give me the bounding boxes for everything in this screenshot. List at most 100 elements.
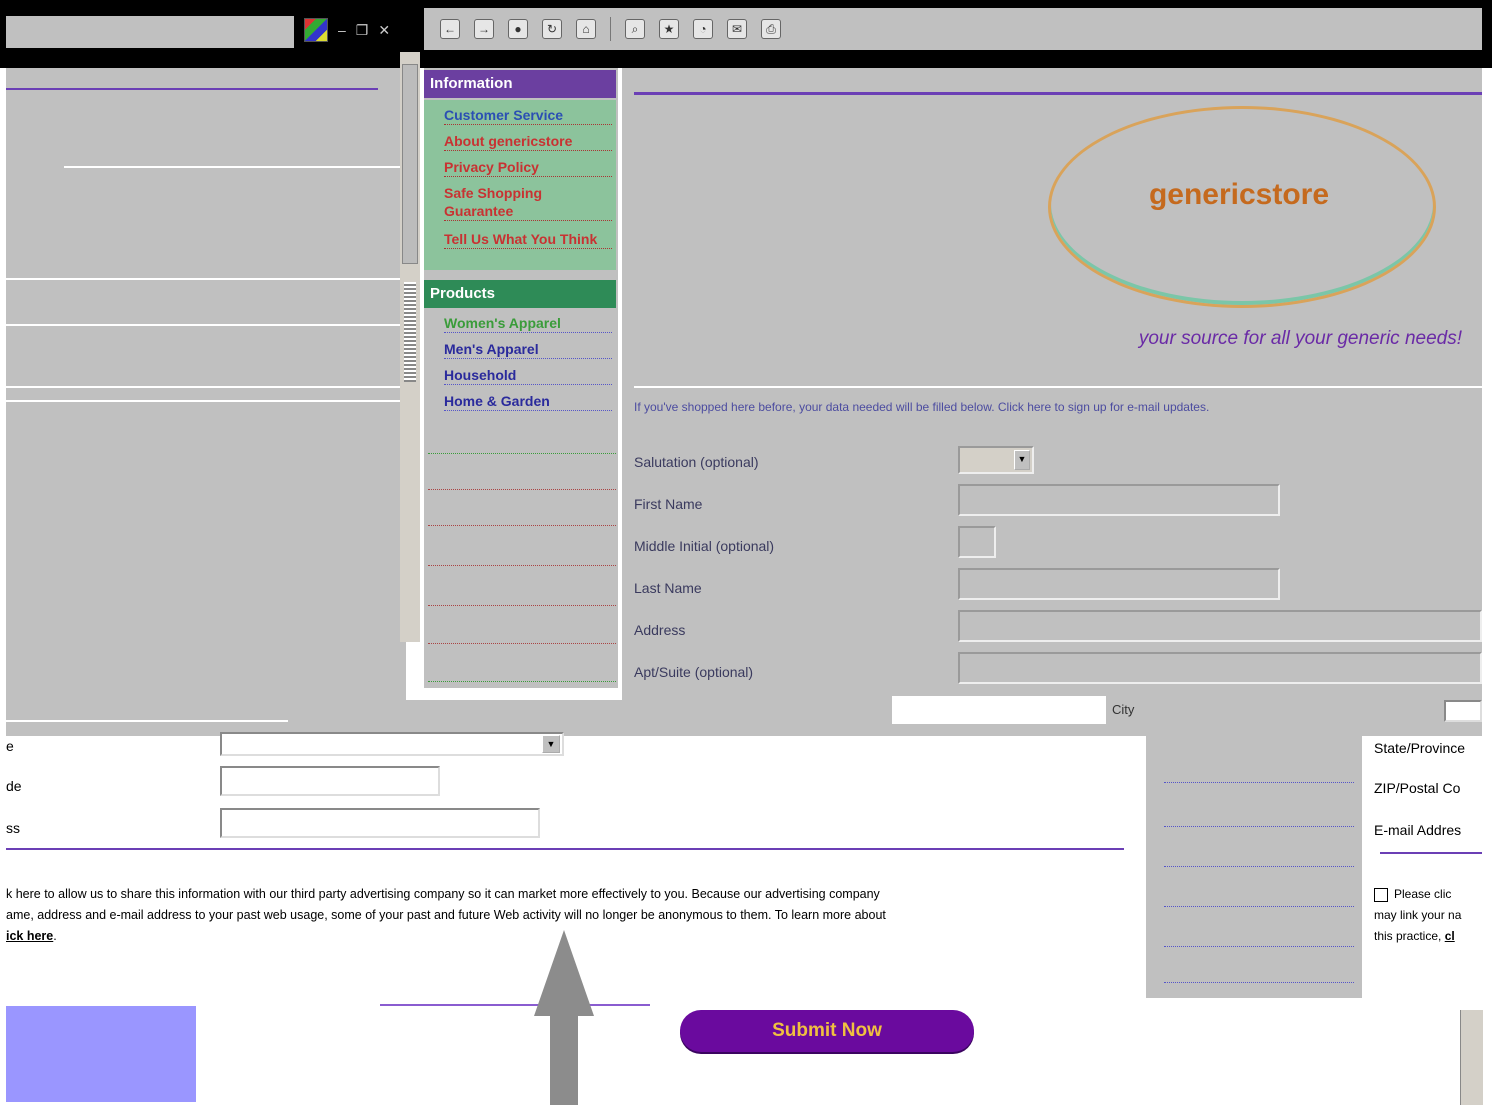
nav-item-feedback[interactable]: Tell Us What You Think <box>444 230 612 249</box>
tagline: your source for all your generic needs! <box>1138 328 1462 349</box>
dropdown-arrow-icon: ▼ <box>542 735 560 753</box>
email-address-label: E-mail Addres <box>1374 822 1462 838</box>
mini-nav-panel <box>1146 736 1362 998</box>
home-icon[interactable]: ⌂ <box>576 19 596 39</box>
address-area <box>6 16 294 48</box>
nav-divider <box>428 564 616 566</box>
left-purple-rule <box>6 88 378 90</box>
nav-divider <box>428 524 616 526</box>
nav-heading-information: Information <box>424 70 616 98</box>
zip-field[interactable] <box>220 766 440 796</box>
refresh-icon[interactable]: ↻ <box>542 19 562 39</box>
nav-divider <box>1164 982 1354 983</box>
forward-icon[interactable]: → <box>474 19 494 39</box>
nav-item-safe-shopping[interactable]: Safe Shopping Guarantee <box>444 184 612 221</box>
top-toolbar-strip: – ❐ ✕ ← → ● ↻ ⌂ ⌕ ★ ◔ ✉ ⎙ <box>0 0 1492 68</box>
minimize-icon[interactable]: – <box>338 22 346 38</box>
nav-divider <box>1164 866 1354 867</box>
consent-right-line: this practice, <box>1374 929 1442 943</box>
left-white-rule <box>6 278 400 280</box>
window-controls: – ❐ ✕ <box>296 12 416 48</box>
history-icon[interactable]: ◔ <box>693 19 713 39</box>
returning-customer-notice: If you've shopped here before, your data… <box>634 400 1210 414</box>
strip-field <box>6 700 288 722</box>
bottom-scrollbar[interactable] <box>1460 1010 1483 1105</box>
left-white-rule <box>6 324 400 326</box>
nav-item-home-garden[interactable]: Home & Garden <box>444 392 612 411</box>
side-nav: Information Customer Service About gener… <box>424 68 618 688</box>
windows-logo-icon <box>304 18 328 42</box>
pointer-arrow-icon <box>534 930 594 1016</box>
state-label-left: e <box>6 738 14 754</box>
bottom-rule <box>380 1004 650 1006</box>
information-list: Customer Service About genericstore Priv… <box>424 100 616 270</box>
salutation-label: Salutation (optional) <box>634 454 759 470</box>
nav-item-about[interactable]: About genericstore <box>444 132 612 151</box>
nav-item-mens-apparel[interactable]: Men's Apparel <box>444 340 612 359</box>
address-field[interactable] <box>958 610 1482 642</box>
consent-right-line: may link your na <box>1374 908 1462 922</box>
nav-heading-products: Products <box>424 280 616 308</box>
header-rule <box>634 92 1482 95</box>
last-name-label: Last Name <box>634 580 702 596</box>
consent-text-right: Please clic may link your na this practi… <box>1374 884 1482 947</box>
main-content: genericstore your source for all your ge… <box>622 68 1482 732</box>
scrollbar-thumb[interactable] <box>402 64 418 264</box>
middle-initial-field[interactable] <box>958 526 996 558</box>
back-icon[interactable]: ← <box>440 19 460 39</box>
first-name-label: First Name <box>634 496 703 512</box>
search-icon[interactable]: ⌕ <box>625 19 645 39</box>
nav-item-household[interactable]: Household <box>444 366 612 385</box>
nav-divider <box>1164 906 1354 907</box>
email-label-left: ss <box>6 820 20 836</box>
apt-suite-label: Apt/Suite (optional) <box>634 664 754 680</box>
nav-divider <box>428 680 616 682</box>
left-white-rule <box>6 386 400 388</box>
city-label: City <box>1112 702 1135 717</box>
nav-divider <box>1164 946 1354 947</box>
left-white-rule <box>64 166 400 168</box>
learn-more-link[interactable]: ick here <box>6 929 53 943</box>
nav-divider <box>1164 782 1354 783</box>
store-logo[interactable]: genericstore <box>1048 178 1430 212</box>
apt-suite-field[interactable] <box>958 652 1482 684</box>
nav-item-privacy-policy[interactable]: Privacy Policy <box>444 158 612 177</box>
zip-label-left: de <box>6 778 22 794</box>
nav-item-womens-apparel[interactable]: Women's Apparel <box>444 314 612 333</box>
consent-checkbox[interactable] <box>1374 887 1388 902</box>
consent-line: k here to allow us to share this informa… <box>6 887 880 901</box>
nav-item-customer-service[interactable]: Customer Service <box>444 106 612 125</box>
left-white-rule <box>6 400 400 402</box>
stop-icon[interactable]: ● <box>508 19 528 39</box>
dropdown-arrow-icon: ▼ <box>1014 450 1030 470</box>
zip-postal-label: ZIP/Postal Co <box>1374 780 1461 796</box>
submit-button[interactable]: Submit Now <box>680 1010 974 1052</box>
strip-white-area <box>892 696 1106 724</box>
section-rule <box>6 848 1124 850</box>
last-name-field[interactable] <box>958 568 1280 600</box>
strip-input[interactable] <box>1444 700 1482 722</box>
content-divider <box>634 386 1482 388</box>
print-icon[interactable]: ⎙ <box>761 19 781 39</box>
close-icon[interactable]: ✕ <box>378 22 390 39</box>
state-select[interactable]: ▼ <box>220 732 564 756</box>
lower-toolbar-strip: City <box>6 696 1482 736</box>
learn-more-link-right[interactable]: cl <box>1445 929 1455 943</box>
nav-divider <box>428 452 616 454</box>
salutation-select[interactable]: ▼ <box>958 446 1034 474</box>
restore-icon[interactable]: ❐ <box>356 22 369 39</box>
browser-toolbar: ← → ● ↻ ⌂ ⌕ ★ ◔ ✉ ⎙ <box>424 8 1482 50</box>
favorites-icon[interactable]: ★ <box>659 19 679 39</box>
left-panel <box>6 68 406 700</box>
consent-right-line: Please clic <box>1394 887 1452 901</box>
nav-divider <box>428 488 616 490</box>
mail-icon[interactable]: ✉ <box>727 19 747 39</box>
nav-divider <box>1164 826 1354 827</box>
page-scrollbar[interactable] <box>400 52 420 642</box>
middle-initial-label: Middle Initial (optional) <box>634 538 775 554</box>
address-label: Address <box>634 622 686 638</box>
email-field[interactable] <box>220 808 540 838</box>
consent-line: ame, address and e-mail address to your … <box>6 908 886 922</box>
nav-divider <box>428 604 616 606</box>
first-name-field[interactable] <box>958 484 1280 516</box>
